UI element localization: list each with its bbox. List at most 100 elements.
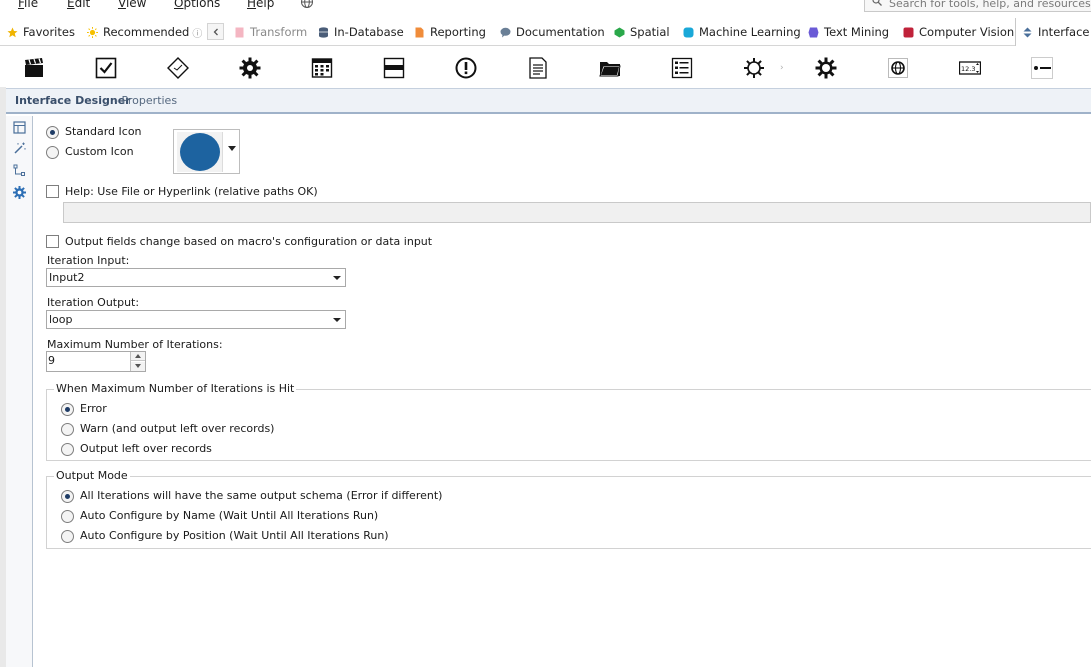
macro-output-icon[interactable] [815, 57, 837, 79]
max-hit-error-radio[interactable] [61, 403, 74, 416]
output-fields-label: Output fields change based on macro's co… [65, 235, 433, 248]
max-iterations-label: Maximum Number of Iterations: [47, 338, 223, 351]
custom-icon-label: Custom Icon [65, 145, 134, 158]
dropdown-tool-icon[interactable] [383, 57, 405, 79]
custom-icon-radio[interactable] [46, 146, 59, 159]
star-icon [7, 27, 18, 37]
output-mode-by-position-radio[interactable] [61, 530, 74, 543]
radio-button-icon[interactable] [1031, 57, 1053, 79]
tab-label: Machine Learning [699, 25, 801, 39]
separator-chevron-icon: › [780, 63, 784, 73]
chevron-left-icon [213, 28, 218, 35]
search-input[interactable]: Search for tools, help, and resources [864, 0, 1091, 12]
file-browse-icon[interactable] [527, 57, 549, 79]
tab-favorites[interactable]: Favorites [7, 18, 75, 46]
icon-picker-dropdown[interactable] [173, 129, 240, 174]
condition-tool-icon[interactable] [167, 57, 189, 79]
standard-icon-label: Standard Icon [65, 125, 142, 138]
tab-label: Recommended [103, 25, 190, 39]
tab-reporting[interactable]: Reporting [414, 18, 486, 46]
output-mode-same-schema-radio[interactable] [61, 490, 74, 503]
gear-icon[interactable] [13, 186, 26, 199]
tab-interface[interactable]: Interface [1015, 18, 1091, 46]
output-mode-by-name-label: Auto Configure by Name (Wait Until All I… [80, 509, 379, 522]
properties-header: Interface Designer - Properties [6, 88, 1091, 114]
category-tab-bar: Favorites Recommended ⓘ Transform In-Dat… [0, 18, 1091, 46]
help-checkbox[interactable] [46, 185, 59, 198]
help-label: Help: Use File or Hyperlink (relative pa… [65, 185, 318, 198]
max-iterations-stepper[interactable]: 9 [46, 351, 146, 372]
iteration-output-select[interactable]: loop [46, 310, 346, 329]
max-hit-warn-label: Warn (and output left over records) [80, 422, 275, 435]
tab-in-database[interactable]: In-Database [318, 18, 404, 46]
iteration-input-select[interactable]: Input2 [46, 268, 346, 287]
tab-documentation[interactable]: Documentation [500, 18, 605, 46]
ml-icon [683, 27, 694, 37]
wand-icon[interactable] [13, 142, 26, 155]
output-fields-checkbox[interactable] [46, 235, 59, 248]
layout-icon[interactable] [13, 121, 26, 134]
macro-input-icon[interactable] [743, 57, 765, 79]
spatial-icon [614, 27, 625, 37]
tab-transform[interactable]: Transform [234, 18, 307, 46]
computer-vision-icon [903, 27, 914, 37]
info-icon: ⓘ [192, 28, 203, 40]
designer-side-nav [6, 116, 33, 667]
clapperboard-icon[interactable] [23, 57, 45, 79]
iteration-output-label: Iteration Output: [47, 296, 140, 309]
tab-recommended[interactable]: Recommended ⓘ [87, 18, 202, 46]
iteration-output-value: loop [49, 313, 73, 326]
menu-file[interactable]: File [18, 0, 38, 10]
tab-label: Documentation [516, 25, 605, 39]
list-box-icon[interactable] [671, 57, 693, 79]
doc-icon [235, 27, 244, 37]
tab-label: Computer Vision [919, 25, 1015, 39]
svg-text:12.3: 12.3 [961, 65, 975, 73]
max-iterations-value: 9 [48, 354, 55, 367]
tab-text-mining[interactable]: Text Mining [808, 18, 889, 46]
tool-palette: › 12.3 [0, 47, 1091, 87]
max-hit-output-radio[interactable] [61, 443, 74, 456]
chevron-down-icon [333, 318, 341, 322]
search-icon [872, 0, 882, 6]
error-message-icon[interactable] [455, 57, 477, 79]
max-hit-error-label: Error [80, 402, 107, 415]
gear-tool-icon[interactable] [239, 57, 261, 79]
interface-icon [1023, 27, 1032, 37]
stepper-up-button[interactable] [131, 352, 145, 361]
iteration-input-label: Iteration Input: [47, 254, 130, 267]
output-mode-by-name-radio[interactable] [61, 510, 74, 523]
help-path-field[interactable] [63, 202, 1091, 223]
tab-computer-vision[interactable]: Computer Vision [903, 18, 1014, 46]
panel-subtitle: - Properties [114, 94, 178, 107]
menu-view[interactable]: View [118, 0, 146, 10]
properties-content: Standard Icon Custom Icon Help: Use File… [34, 116, 1091, 667]
tab-scroll-left-button[interactable] [207, 23, 224, 40]
map-tool-icon[interactable] [887, 57, 909, 79]
output-mode-same-schema-label: All Iterations will have the same output… [80, 489, 443, 502]
iteration-input-value: Input2 [49, 271, 85, 284]
folder-browse-icon[interactable] [599, 57, 621, 79]
standard-icon-radio[interactable] [46, 126, 59, 139]
output-mode-by-position-label: Auto Configure by Position (Wait Until A… [80, 529, 389, 542]
tree-icon[interactable] [13, 164, 26, 177]
menu-options[interactable]: Options [174, 0, 220, 10]
tab-label: Favorites [23, 25, 75, 39]
checkbox-tool-icon[interactable] [95, 57, 117, 79]
tab-label: In-Database [334, 25, 404, 39]
globe-icon[interactable] [300, 0, 314, 9]
menu-edit[interactable]: Edit [67, 0, 90, 10]
icon-swatch [177, 132, 223, 172]
stepper-down-button[interactable] [131, 362, 145, 371]
tab-label: Spatial [630, 25, 670, 39]
max-hit-warn-radio[interactable] [61, 423, 74, 436]
tab-label: Text Mining [824, 25, 890, 39]
tab-machine-learning[interactable]: Machine Learning [683, 18, 801, 46]
date-tool-icon[interactable] [311, 57, 333, 79]
output-mode-legend: Output Mode [54, 469, 130, 482]
sun-icon [87, 26, 98, 38]
tab-spatial[interactable]: Spatial [614, 18, 670, 46]
menu-help[interactable]: Help [247, 0, 274, 10]
numeric-updown-icon[interactable]: 12.3 [959, 57, 981, 79]
stepper-buttons [130, 352, 145, 371]
